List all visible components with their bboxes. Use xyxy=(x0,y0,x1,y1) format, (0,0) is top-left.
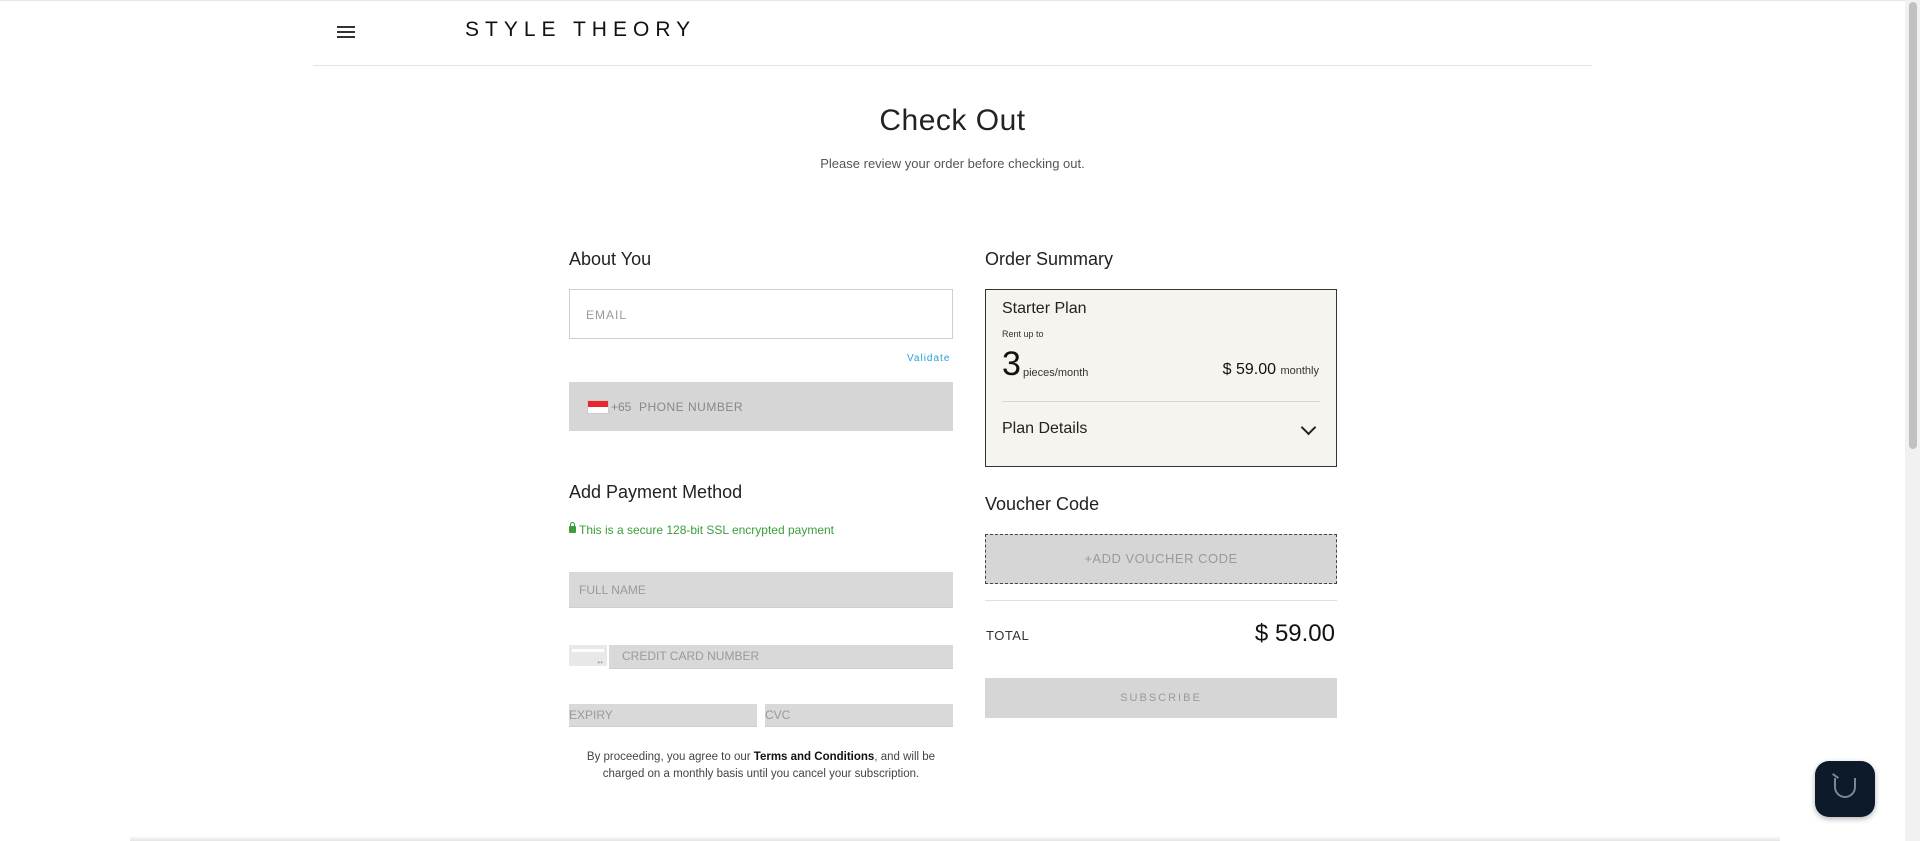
chat-widget-icon[interactable] xyxy=(1815,761,1875,817)
total-value: $ 59.00 xyxy=(1254,620,1335,647)
total-label: TOTAL xyxy=(986,628,1030,643)
payment-heading: Add Payment Method xyxy=(569,482,743,502)
secure-payment-note: This is a secure 128-bit SSL encrypted p… xyxy=(569,522,835,537)
full-name-field[interactable]: FULL NAME xyxy=(569,572,953,608)
terms-link[interactable]: Terms and Conditions xyxy=(754,751,875,763)
terms-prefix: By proceeding, you agree to our xyxy=(586,751,754,763)
subscribe-button[interactable]: SUBSCRIBE xyxy=(985,678,1337,718)
bottom-shadow xyxy=(130,836,1780,841)
scrollbar-thumb[interactable] xyxy=(1909,2,1917,449)
cvc-placeholder: CVC xyxy=(765,708,791,722)
country-code[interactable]: +65 xyxy=(611,400,631,414)
plan-price-period: monthly xyxy=(1280,365,1319,377)
page-subtitle: Please review your order before checking… xyxy=(820,156,1085,171)
card-number-field[interactable]: CREDIT CARD NUMBER xyxy=(609,645,953,669)
validate-link[interactable]: Validate xyxy=(907,353,950,364)
hamburger-menu-icon[interactable] xyxy=(337,26,355,39)
card-number-placeholder: CREDIT CARD NUMBER xyxy=(622,649,760,663)
lock-icon xyxy=(569,522,576,533)
email-field[interactable]: EMAIL xyxy=(569,289,953,339)
plan-price-value: $ 59.00 xyxy=(1222,361,1277,378)
pieces-unit: pieces/month xyxy=(1023,367,1089,379)
order-summary-heading: Order Summary xyxy=(985,249,1114,269)
site-header: STYLE THEORY xyxy=(313,0,1592,66)
plan-details-toggle[interactable]: Plan Details xyxy=(1002,420,1087,438)
page-title: Check Out xyxy=(879,104,1026,137)
chevron-down-icon[interactable] xyxy=(1300,419,1317,436)
plan-price: $ 59.00 monthly xyxy=(1223,361,1319,379)
expiry-field[interactable]: EXPIRY xyxy=(569,704,757,727)
voucher-heading: Voucher Code xyxy=(985,494,1100,514)
site-logo[interactable]: STYLE THEORY xyxy=(465,18,696,42)
phone-number-field[interactable]: +65 PHONE NUMBER xyxy=(569,382,953,431)
total-divider xyxy=(985,600,1337,601)
full-name-placeholder: FULL NAME xyxy=(579,583,646,597)
expiry-placeholder: EXPIRY xyxy=(569,708,613,722)
credit-card-icon xyxy=(569,645,607,667)
terms-notice: By proceeding, you agree to our Terms an… xyxy=(569,749,953,783)
phone-placeholder: PHONE NUMBER xyxy=(639,400,744,414)
plan-name: Starter Plan xyxy=(1002,300,1087,317)
singapore-flag-icon[interactable] xyxy=(587,400,609,414)
secure-text: This is a secure 128-bit SSL encrypted p… xyxy=(579,523,835,537)
email-placeholder: EMAIL xyxy=(586,308,628,322)
cvc-field[interactable]: CVC xyxy=(765,704,953,727)
pieces-count: 3 xyxy=(1002,345,1021,383)
order-summary-card: Starter Plan Rent up to 3 pieces/month $… xyxy=(985,289,1337,467)
summary-divider xyxy=(1002,401,1320,402)
add-voucher-button[interactable]: +ADD VOUCHER CODE xyxy=(985,534,1337,584)
about-you-heading: About You xyxy=(569,249,652,269)
rent-up-to-label: Rent up to xyxy=(1002,329,1044,339)
scrollbar[interactable] xyxy=(1905,0,1920,841)
